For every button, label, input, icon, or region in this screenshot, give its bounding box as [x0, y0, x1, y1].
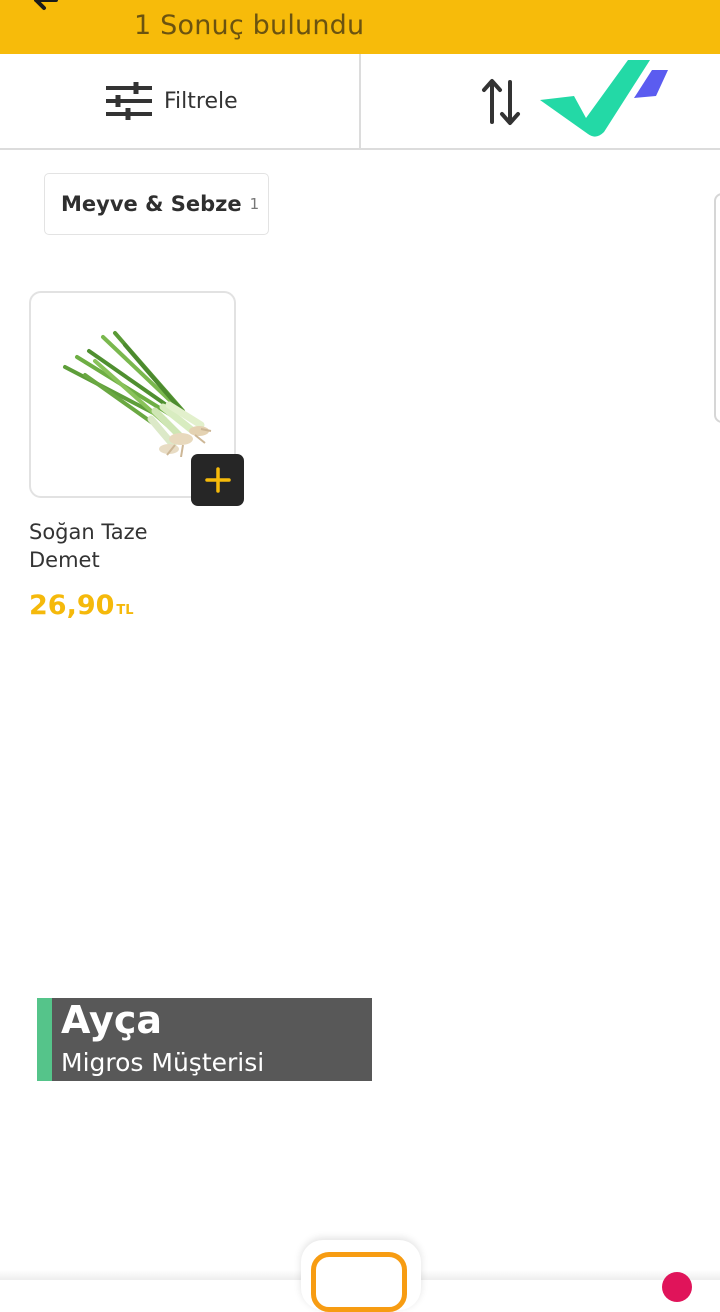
lower-third-accent	[37, 998, 52, 1081]
speaker-role: Migros Müşterisi	[61, 1048, 265, 1077]
results-count-text: 1 Sonuç bulundu	[134, 10, 365, 41]
offscreen-card-edge	[714, 193, 720, 423]
category-chip[interactable]: Meyve & Sebze 1	[44, 173, 269, 235]
arrow-left-icon[interactable]	[30, 0, 70, 20]
brand-logo-icon	[540, 60, 668, 137]
add-to-cart-button[interactable]	[191, 454, 244, 506]
top-bar: 1 Sonuç bulundu	[0, 0, 720, 54]
sliders-icon	[106, 82, 152, 120]
green-onion-image	[63, 331, 212, 457]
basket-icon	[311, 1252, 407, 1312]
product-name[interactable]: Soğan Taze Demet	[29, 518, 219, 574]
sort-arrows-icon[interactable]	[478, 76, 524, 128]
basket-button[interactable]	[301, 1240, 421, 1312]
product-price: 26,90 TL	[29, 590, 134, 621]
filter-label: Filtrele	[164, 88, 238, 114]
plus-icon	[204, 467, 231, 493]
price-value: 26,90	[29, 590, 115, 621]
filter-button[interactable]: Filtrele	[104, 76, 294, 126]
category-chip-label: Meyve & Sebze	[61, 192, 242, 216]
speaker-name: Ayça	[61, 998, 162, 1042]
notification-dot	[662, 1272, 692, 1302]
speaker-lower-third: Ayça Migros Müşterisi	[37, 998, 372, 1081]
toolbar-divider	[359, 54, 361, 148]
category-chip-count: 1	[249, 195, 260, 213]
price-currency: TL	[116, 603, 134, 618]
